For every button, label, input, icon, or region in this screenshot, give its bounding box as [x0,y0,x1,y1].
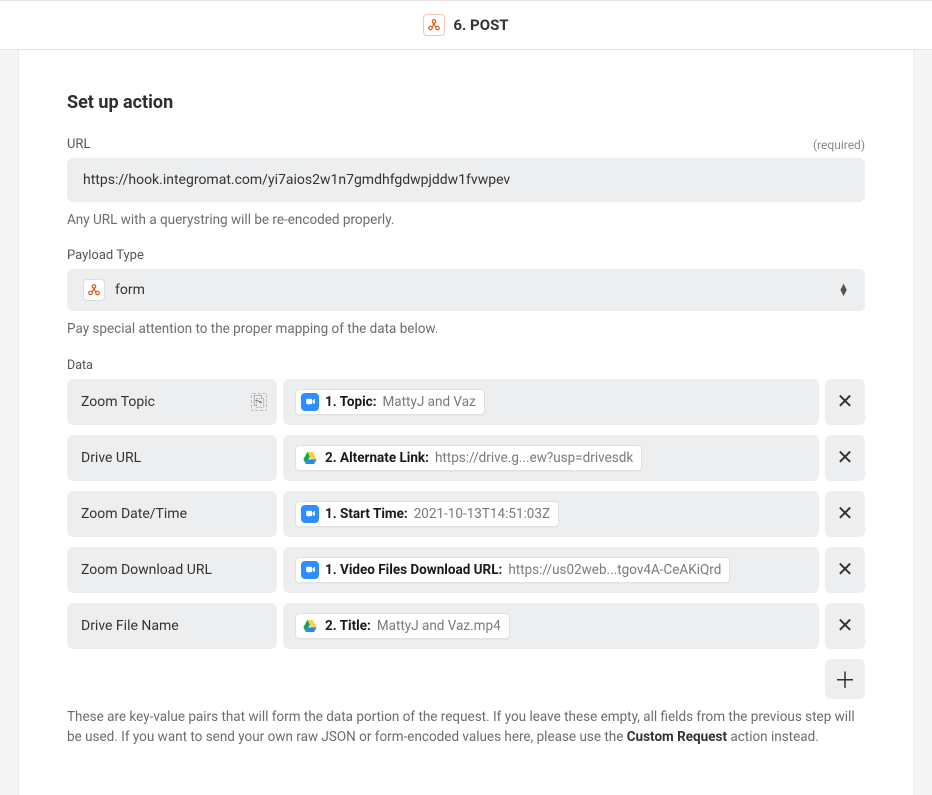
plus-icon: ＋ [834,663,856,695]
data-value-input[interactable]: 1. Topic: MattyJ and Vaz [283,379,819,425]
pill-value: https://us02web...tgov4A-CeAKiQrd [508,562,721,578]
mapped-value-pill[interactable]: 1. Topic: MattyJ and Vaz [295,389,485,415]
delete-row-button[interactable]: ✕ [825,491,865,537]
pill-label: 1. Start Time: [325,506,408,522]
data-row: Zoom Date/Time 1. Start Time: 2021-10-13T… [67,491,865,537]
mapped-value-pill[interactable]: 1. Video Files Download URL: https://us0… [295,557,730,583]
url-label: URL [67,137,90,152]
data-key-text: Zoom Topic [81,394,155,410]
action-panel: Set up action URL (required) Any URL wit… [18,50,914,795]
pill-value: 2021-10-13T14:51:03Z [414,506,550,522]
data-value-input[interactable]: 1. Start Time: 2021-10-13T14:51:03Z [283,491,819,537]
data-key-input[interactable]: Zoom Topic ⎘ [67,379,277,425]
insert-data-icon[interactable]: ⎘ [251,393,267,411]
add-row-button[interactable]: ＋ [825,659,865,699]
close-icon: ✕ [837,389,854,414]
close-icon: ✕ [837,501,854,526]
data-key-text: Drive URL [81,450,141,466]
data-key-input[interactable]: Drive File Name [67,603,277,649]
mapped-value-pill[interactable]: 2. Alternate Link: https://drive.g...ew?… [295,445,642,471]
data-help-suffix: action instead. [727,729,819,745]
payload-field-block: Payload Type form ▲▼ Pay special attenti… [67,248,865,339]
data-key-input[interactable]: Zoom Download URL [67,547,277,593]
delete-row-button[interactable]: ✕ [825,547,865,593]
payload-label: Payload Type [67,248,144,263]
zoom-icon [301,505,319,523]
pill-label: 2. Title: [325,618,371,634]
data-row: Drive URL 2. Alternate Link: https://driv… [67,435,865,481]
data-row: Zoom Download URL 1. Video Files Download… [67,547,865,593]
data-key-input[interactable]: Zoom Date/Time [67,491,277,537]
data-section: Data Zoom Topic ⎘ 1. Topic: MattyJ and Vaz… [67,358,865,748]
step-header: 6. POST [0,0,932,50]
pill-label: 1. Topic: [325,394,377,410]
chevron-sort-icon: ▲▼ [838,284,849,296]
google-drive-icon [301,449,319,467]
data-key-text: Zoom Date/Time [81,506,187,522]
google-drive-icon [301,617,319,635]
close-icon: ✕ [837,557,854,582]
url-input[interactable] [67,158,865,202]
data-key-input[interactable]: Drive URL [67,435,277,481]
pill-value: https://drive.g...ew?usp=drivesdk [435,450,633,466]
pill-label: 1. Video Files Download URL: [325,562,502,578]
payload-help: Pay special attention to the proper mapp… [67,319,865,339]
data-key-text: Zoom Download URL [81,562,212,578]
data-help: These are key-value pairs that will form… [67,707,865,748]
webhook-icon [83,279,105,301]
delete-row-button[interactable]: ✕ [825,435,865,481]
payload-select[interactable]: form ▲▼ [67,269,865,311]
pill-label: 2. Alternate Link: [325,450,429,466]
step-title: 6. POST [453,16,508,34]
data-key-text: Drive File Name [81,618,179,634]
webhook-icon [423,14,445,36]
delete-row-button[interactable]: ✕ [825,603,865,649]
mapped-value-pill[interactable]: 2. Title: MattyJ and Vaz.mp4 [295,613,510,639]
data-help-strong: Custom Request [627,729,727,745]
zoom-icon [301,393,319,411]
url-help: Any URL with a querystring will be re-en… [67,210,865,230]
section-title: Set up action [67,92,865,113]
zoom-icon [301,561,319,579]
data-row: Zoom Topic ⎘ 1. Topic: MattyJ and Vaz ✕ [67,379,865,425]
mapped-value-pill[interactable]: 1. Start Time: 2021-10-13T14:51:03Z [295,501,559,527]
close-icon: ✕ [837,613,854,638]
data-value-input[interactable]: 1. Video Files Download URL: https://us0… [283,547,819,593]
data-row: Drive File Name 2. Title: MattyJ and Vaz.… [67,603,865,649]
pill-value: MattyJ and Vaz.mp4 [377,618,501,634]
data-value-input[interactable]: 2. Title: MattyJ and Vaz.mp4 [283,603,819,649]
data-value-input[interactable]: 2. Alternate Link: https://drive.g...ew?… [283,435,819,481]
delete-row-button[interactable]: ✕ [825,379,865,425]
close-icon: ✕ [837,445,854,470]
payload-value: form [115,282,828,298]
required-label: (required) [813,138,865,152]
pill-value: MattyJ and Vaz [383,394,476,410]
url-field-block: URL (required) Any URL with a querystrin… [67,137,865,230]
data-label: Data [67,358,865,373]
